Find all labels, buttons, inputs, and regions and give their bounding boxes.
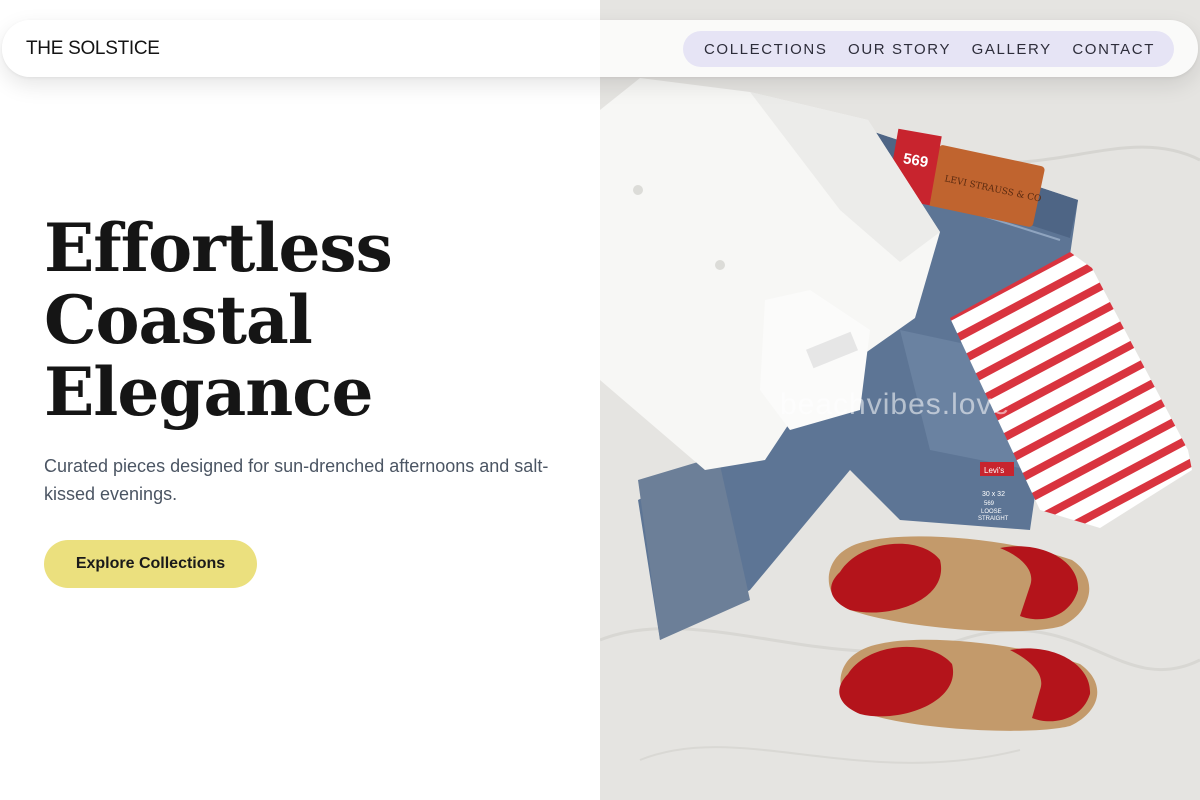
explore-collections-button[interactable]: Explore Collections [44, 540, 257, 588]
svg-text:STRAIGHT: STRAIGHT [978, 516, 1009, 522]
nav-link-our-story[interactable]: OUR STORY [848, 41, 951, 58]
brand-logo[interactable]: THE SOLSTICE [26, 20, 160, 77]
nav-menu: COLLECTIONS OUR STORY GALLERY CONTACT [683, 31, 1174, 67]
hero-photo: LEVI STRAUSS & CO 569 Levi's 30 x 32 569… [600, 0, 1200, 800]
svg-text:569: 569 [984, 501, 995, 507]
hero-title: Effortless Coastal Elegance [44, 212, 564, 428]
top-navbar: THE SOLSTICE COLLECTIONS OUR STORY GALLE… [2, 20, 1198, 77]
nav-link-collections[interactable]: COLLECTIONS [704, 41, 827, 58]
nav-link-gallery[interactable]: GALLERY [972, 41, 1052, 58]
watermark-text: beachvibes.love [780, 388, 1011, 421]
hero-title-line: Elegance [44, 353, 373, 431]
hero-title-line: Effortless [44, 209, 393, 287]
hero-title-line: Coastal [44, 281, 313, 359]
svg-text:Levi's: Levi's [984, 466, 1004, 475]
nav-link-contact[interactable]: CONTACT [1072, 41, 1155, 58]
hero-subtitle: Curated pieces designed for sun-drenched… [44, 456, 549, 504]
svg-text:30 x 32: 30 x 32 [982, 491, 1005, 498]
svg-text:LOOSE: LOOSE [981, 509, 1002, 515]
